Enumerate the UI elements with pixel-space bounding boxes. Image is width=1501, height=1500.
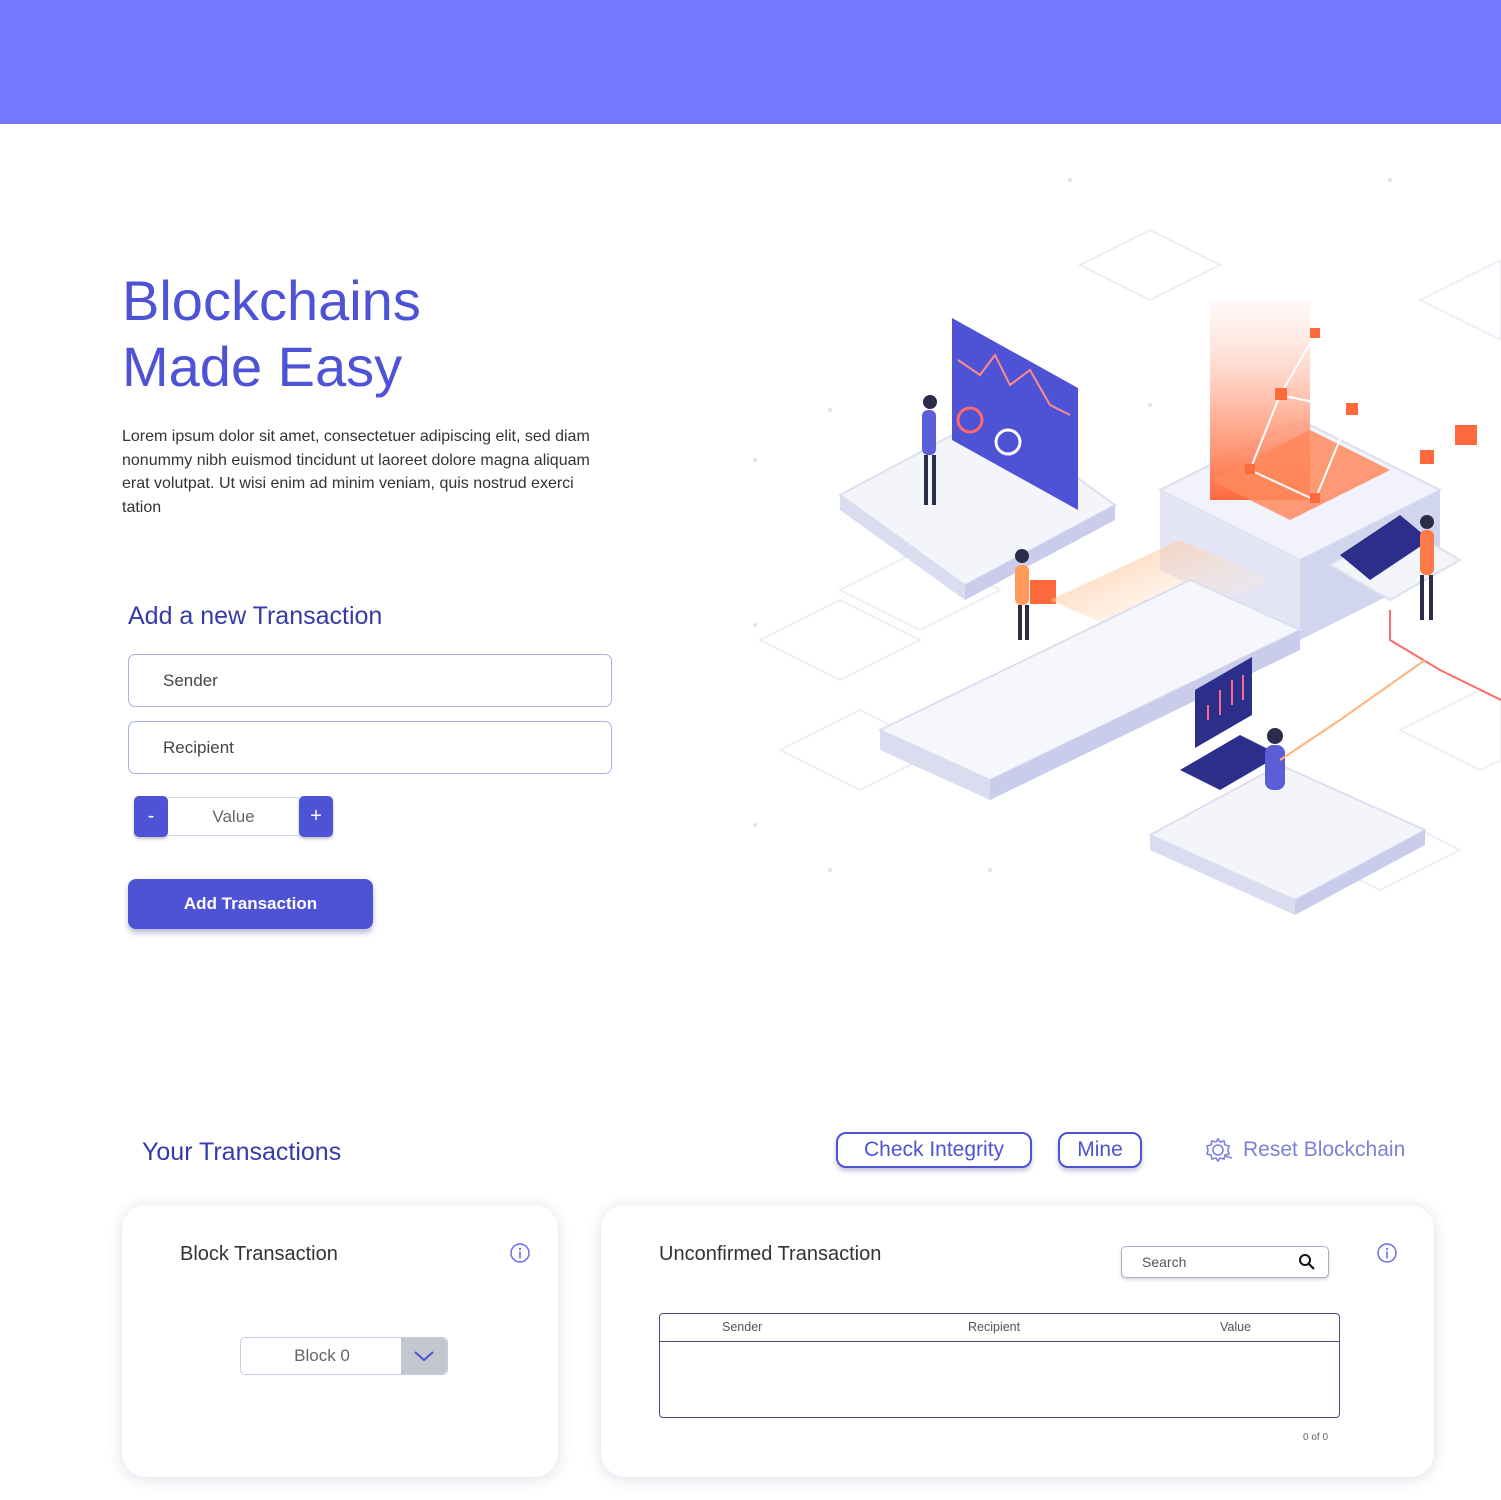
block-select-value: Block 0	[294, 1346, 350, 1365]
decrement-button[interactable]: -	[134, 796, 168, 837]
blockchain-illustration	[753, 178, 1501, 915]
value-stepper: - Value +	[134, 796, 333, 837]
info-icon[interactable]	[1376, 1242, 1398, 1264]
search-input[interactable]: Search	[1121, 1246, 1329, 1278]
recipient-input[interactable]: Recipient	[128, 721, 612, 774]
column-header-recipient[interactable]: Recipient	[968, 1320, 1020, 1334]
chevron-down-icon	[414, 1351, 434, 1362]
block-select-toggle[interactable]	[401, 1338, 447, 1374]
page: Blockchains Made Easy Lorem ipsum dolor …	[0, 0, 1501, 1500]
unconfirmed-transaction-card: Unconfirmed Transaction Search Sender Re…	[601, 1205, 1434, 1477]
sender-input[interactable]: Sender	[128, 654, 612, 707]
hero-description: Lorem ipsum dolor sit amet, consectetuer…	[122, 428, 590, 516]
hero-title-line-1: Blockchains	[122, 269, 421, 332]
search-icon[interactable]	[1298, 1253, 1316, 1271]
top-banner	[0, 0, 1501, 124]
search-placeholder: Search	[1142, 1254, 1187, 1270]
your-transactions-title: Your Transactions	[142, 1138, 342, 1166]
gear-icon	[1206, 1137, 1233, 1163]
add-transaction-button[interactable]: Add Transaction	[128, 879, 373, 929]
unconfirmed-table: Sender Recipient Value	[659, 1313, 1340, 1418]
value-input[interactable]: Value	[168, 797, 299, 836]
mine-button[interactable]: Mine	[1058, 1132, 1142, 1168]
hero-title: Blockchains Made Easy	[122, 268, 421, 400]
info-icon[interactable]	[509, 1242, 531, 1264]
reset-blockchain-button[interactable]: Reset Blockchain	[1205, 1135, 1405, 1165]
unconfirmed-transaction-title: Unconfirmed Transaction	[659, 1243, 882, 1265]
check-integrity-button[interactable]: Check Integrity	[836, 1132, 1032, 1168]
hero-title-line-2: Made Easy	[122, 335, 403, 398]
block-transaction-card: Block Transaction Block 0	[122, 1205, 558, 1477]
block-transaction-title: Block Transaction	[180, 1243, 338, 1265]
table-pager: 0 of 0	[1303, 1432, 1329, 1443]
increment-button[interactable]: +	[299, 796, 333, 837]
reset-blockchain-label: Reset Blockchain	[1243, 1138, 1406, 1161]
block-select[interactable]: Block 0	[240, 1337, 448, 1375]
column-header-value[interactable]: Value	[1220, 1320, 1251, 1334]
table-header: Sender Recipient Value	[660, 1314, 1339, 1342]
column-header-sender[interactable]: Sender	[722, 1320, 762, 1334]
add-transaction-title: Add a new Transaction	[128, 602, 383, 630]
